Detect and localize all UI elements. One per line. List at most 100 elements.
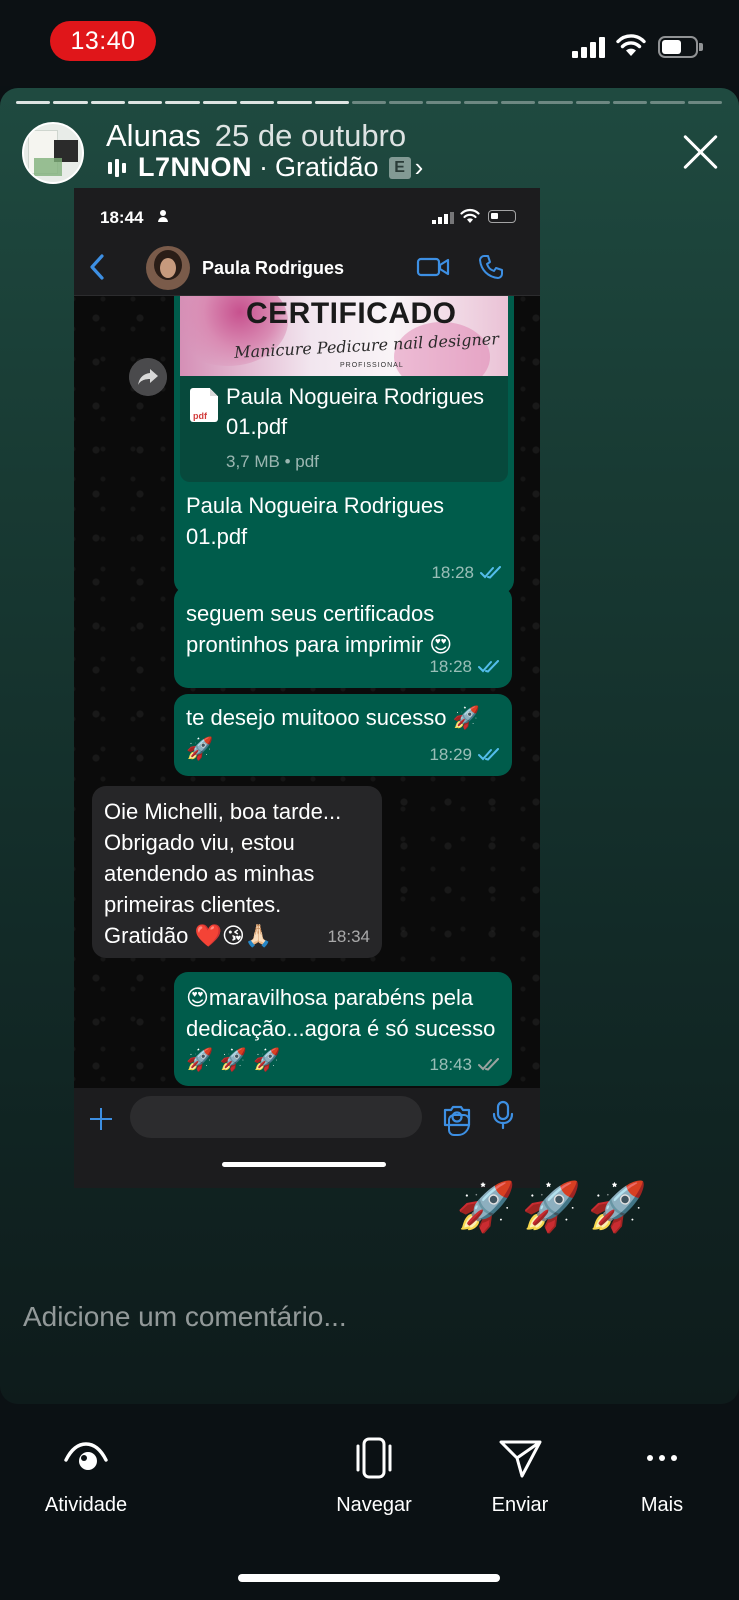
person-icon — [158, 210, 168, 222]
message-time: 18:28 — [429, 657, 472, 676]
more-icon — [647, 1455, 677, 1461]
message-meta: 18:28 — [429, 651, 500, 682]
music-separator: · — [259, 152, 269, 182]
story-viewer[interactable]: Alunas 25 de outubro L7NNON · Gratidão E … — [0, 88, 739, 1404]
message-meta: 18:43 — [429, 1049, 500, 1080]
message-meta: 18:34 — [327, 921, 370, 952]
document-file-size: 3,7 MB • pdf — [226, 452, 319, 471]
tab-atividade[interactable]: Atividade — [36, 1434, 136, 1517]
progress-segment — [127, 101, 163, 104]
chevron-right-icon: › — [414, 152, 424, 182]
certificate-line: Certificamos que a aluna(o) — [284, 364, 389, 376]
message-bubble: te desejo muitooo sucesso 🚀 🚀 18:29 — [174, 694, 512, 776]
progress-segment — [538, 101, 573, 104]
message-time: 18:34 — [327, 927, 370, 946]
activity-eye-icon — [64, 1442, 108, 1470]
progress-segment — [202, 101, 237, 104]
progress-segment — [501, 101, 536, 104]
progress-segment — [165, 101, 200, 104]
embedded-wifi-icon — [460, 208, 480, 223]
tab-enviar[interactable]: Enviar — [480, 1434, 560, 1517]
camera-icon — [443, 1105, 471, 1127]
chat-input-bar — [74, 1088, 540, 1188]
embedded-battery-icon — [488, 210, 516, 223]
message-time: 18:43 — [429, 1055, 472, 1074]
embedded-status-time: 18:44 — [100, 208, 144, 227]
message-bubble: seguem seus certificados prontinhos para… — [174, 586, 512, 688]
story-avatar[interactable] — [22, 122, 84, 184]
progress-segment — [575, 101, 610, 104]
message-bubble: 😍maravilhosa parabéns pela dedicação...a… — [174, 972, 512, 1086]
tab-label: Navegar — [336, 1494, 412, 1516]
plus-icon — [88, 1106, 114, 1132]
story-date: 25 de outubro — [214, 118, 407, 153]
music-song: Gratidão — [275, 152, 379, 182]
progress-segment — [463, 101, 499, 104]
explicit-badge: E — [388, 156, 411, 179]
music-artist: L7NNON — [138, 152, 253, 182]
double-check-icon — [478, 659, 499, 673]
progress-segment — [426, 101, 461, 104]
certificate-preview: CERTIFICADO Manicure Pedicure nail desig… — [180, 296, 508, 376]
tab-navegar[interactable]: Navegar — [322, 1434, 426, 1517]
microphone-icon — [492, 1100, 514, 1130]
progress-segment — [90, 101, 125, 104]
embedded-status-bar: 18:44 — [74, 188, 540, 238]
message-meta: 18:29 — [429, 739, 500, 770]
comment-input[interactable]: Adicione um comentário... — [23, 1301, 347, 1333]
rockets-sticker: 🚀🚀🚀 — [456, 1181, 654, 1234]
embedded-home-indicator — [222, 1162, 386, 1167]
music-attribution[interactable]: L7NNON · Gratidão E › — [108, 152, 423, 183]
wifi-icon — [616, 34, 646, 56]
progress-segment — [239, 101, 275, 104]
forward-icon — [129, 358, 167, 396]
pdf-file-icon: pdf — [190, 388, 218, 422]
tab-label: Mais — [640, 1494, 684, 1516]
video-call-icon — [416, 257, 450, 277]
music-bars-icon — [108, 158, 126, 178]
double-check-icon — [480, 565, 501, 579]
bottom-tab-bar: Atividade Navegar Enviar Mais — [0, 1404, 739, 1600]
home-indicator — [238, 1574, 500, 1582]
status-time: 13:40 — [50, 21, 156, 61]
double-check-icon — [478, 1057, 499, 1071]
send-icon — [499, 1440, 542, 1478]
progress-segment — [351, 101, 387, 104]
message-bubble: Oie Michelli, boa tarde... Obrigado viu,… — [92, 786, 382, 958]
contact-name: Paula Rodrigues — [202, 258, 345, 278]
message-time: 18:29 — [429, 745, 472, 764]
story-title-line[interactable]: Alunas 25 de outubro — [106, 118, 406, 154]
phone-call-icon — [479, 255, 503, 279]
double-check-icon — [478, 747, 499, 761]
story-title[interactable]: Alunas — [106, 118, 201, 153]
document-message: CERTIFICADO Manicure Pedicure nail desig… — [174, 296, 514, 594]
tab-label: Atividade — [44, 1494, 128, 1516]
status-bar: 13:40 — [0, 0, 739, 86]
progress-segment — [613, 101, 648, 104]
progress-segment — [687, 101, 722, 104]
chat-header: Paula Rodrigues — [74, 238, 540, 296]
tab-label: Enviar — [491, 1494, 549, 1516]
progress-segment — [53, 101, 88, 104]
progress-segment — [314, 101, 349, 104]
progress-segment — [650, 101, 685, 104]
browse-icon — [356, 1437, 392, 1479]
cellular-signal-icon — [572, 36, 606, 58]
document-info: pdf Paula Nogueira Rodrigues 01.pdf 3,7 … — [180, 376, 508, 482]
progress-segment — [389, 101, 424, 104]
document-file-name: Paula Nogueira Rodrigues 01.pdf — [226, 384, 485, 439]
embedded-signal-icon — [432, 212, 454, 224]
certificate-title: CERTIFICADO — [246, 297, 457, 330]
embedded-chat-screenshot: 18:44 Paula Rodrigues CERTIFICADO Manicu… — [74, 188, 540, 1188]
back-chevron-icon — [90, 254, 104, 280]
progress-segment — [16, 101, 51, 104]
document-caption: Paula Nogueira Rodrigues 01.pdf — [186, 493, 445, 549]
close-button[interactable] — [676, 126, 726, 176]
message-field — [130, 1096, 470, 1138]
message-meta: 18:28 — [431, 557, 502, 588]
story-header: Alunas 25 de outubro L7NNON · Gratidão E … — [0, 118, 739, 190]
battery-icon — [658, 36, 704, 58]
tab-mais[interactable]: Mais — [630, 1434, 694, 1517]
progress-segment — [277, 101, 312, 104]
contact-avatar — [146, 246, 190, 290]
